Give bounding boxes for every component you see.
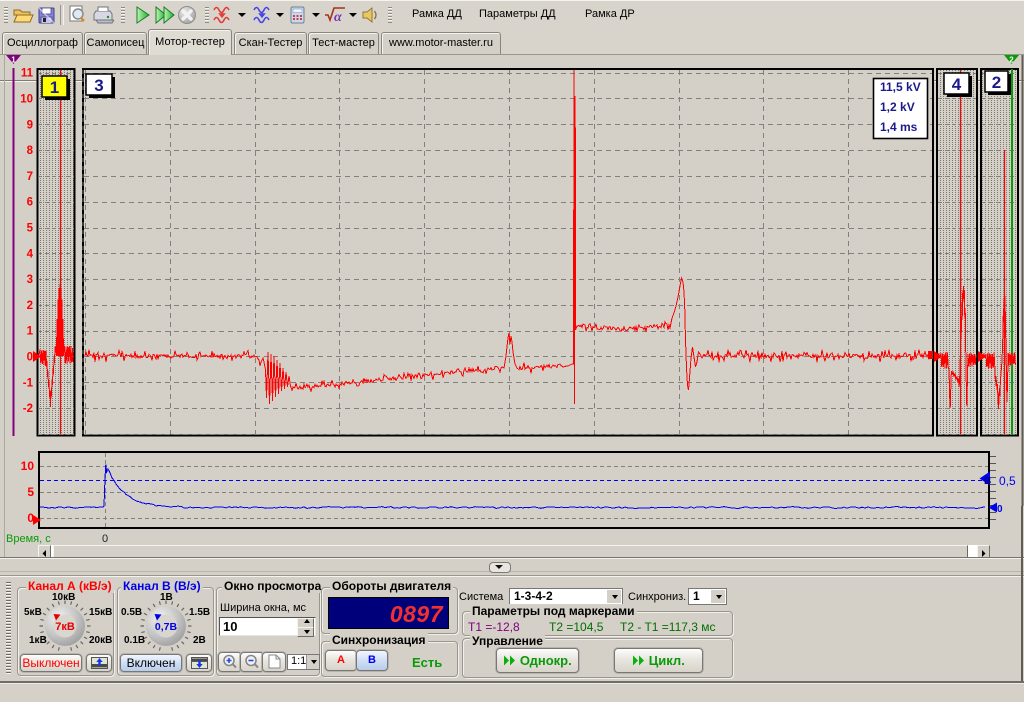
svg-text:B: B xyxy=(984,476,991,487)
svg-text:9: 9 xyxy=(27,119,33,131)
svg-text:1: 1 xyxy=(50,78,59,97)
svg-text:0,7В: 0,7В xyxy=(155,621,178,633)
svg-text:5: 5 xyxy=(27,223,34,235)
svg-text:7кВ: 7кВ xyxy=(55,621,75,633)
svg-text:1: 1 xyxy=(27,326,34,338)
svg-text:0: 0 xyxy=(102,533,108,545)
svg-text:2: 2 xyxy=(1009,56,1014,65)
svg-text:3: 3 xyxy=(27,274,33,286)
svg-text:4: 4 xyxy=(27,248,34,260)
svg-text:-2: -2 xyxy=(23,403,33,415)
svg-text:3: 3 xyxy=(94,76,103,95)
svg-text:8: 8 xyxy=(27,145,34,157)
svg-text:1,2 kV: 1,2 kV xyxy=(880,100,915,114)
svg-text:1,4 ms: 1,4 ms xyxy=(880,120,918,134)
svg-text:-1: -1 xyxy=(23,377,34,389)
svg-text:α: α xyxy=(334,10,342,23)
svg-text:10: 10 xyxy=(20,94,33,106)
svg-text:5: 5 xyxy=(27,485,34,499)
svg-text:6: 6 xyxy=(27,197,33,209)
svg-text:7: 7 xyxy=(27,171,33,183)
svg-text:0: 0 xyxy=(997,504,1003,515)
svg-text:11,5 kV: 11,5 kV xyxy=(880,80,921,94)
svg-text:10: 10 xyxy=(21,459,35,473)
svg-text:4: 4 xyxy=(952,75,962,94)
svg-text:2: 2 xyxy=(27,300,33,312)
svg-text:11: 11 xyxy=(21,68,34,80)
svg-text:0: 0 xyxy=(27,352,33,364)
svg-text:Время, с: Время, с xyxy=(6,533,51,545)
svg-text:2: 2 xyxy=(992,73,1001,92)
svg-text:0,5: 0,5 xyxy=(999,474,1016,488)
svg-text:1: 1 xyxy=(11,56,16,65)
